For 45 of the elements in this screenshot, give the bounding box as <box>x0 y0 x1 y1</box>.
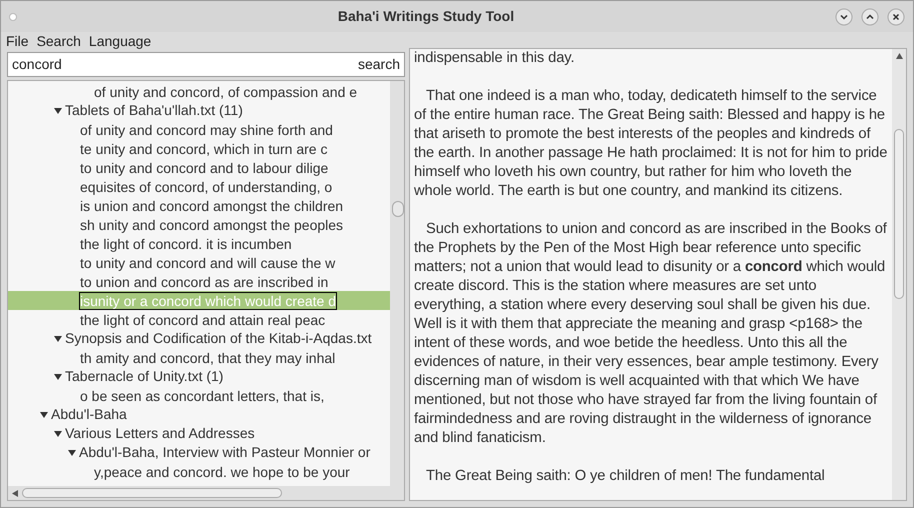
scroll-left-icon[interactable] <box>12 490 18 496</box>
search-result-snippet[interactable]: the light of concord. it is incumben <box>79 234 293 252</box>
document-paragraph: indispensable in this day. <box>414 49 576 68</box>
search-result-snippet[interactable]: equisites of concord, of understanding, o <box>79 178 334 196</box>
close-icon[interactable] <box>887 8 905 26</box>
menu-item[interactable]: File <box>6 30 29 52</box>
tree-node-label[interactable]: Tablets of Baha'u'llah.txt (11) <box>65 100 243 121</box>
vertical-scrollbar[interactable] <box>390 81 404 486</box>
document-paragraph: The Great Being saith: O ye children of men! The fundamental <box>425 467 826 486</box>
search-result-snippet[interactable]: to unity and concord and will cause the w <box>79 254 336 272</box>
expanded-triangle-icon[interactable] <box>54 106 62 114</box>
expanded-triangle-icon[interactable] <box>54 334 62 342</box>
menu-item[interactable]: Language <box>88 30 152 52</box>
search-result-snippet[interactable]: th amity and concord, that they may inhal <box>79 348 336 366</box>
search-result-snippet[interactable]: to unity and concord and to labour dilige <box>79 158 330 176</box>
expanded-triangle-icon[interactable] <box>54 372 62 380</box>
tree-node-label[interactable]: Abdu'l-Baha, Interview with Pasteur Monnier or <box>79 442 370 463</box>
search-result-snippet[interactable]: the light of concord and attain real peac <box>79 310 326 328</box>
window-title: Baha'i Writings Study Tool <box>336 7 516 26</box>
search-result-snippet[interactable]: sh unity and concord amongst the peoples <box>79 216 344 234</box>
maximize-icon[interactable] <box>861 8 879 26</box>
expanded-triangle-icon[interactable] <box>68 448 76 456</box>
search-button[interactable]: search <box>358 54 400 75</box>
document-paragraph: That one indeed is a man who, today, dedicateth himself to the service of the entire human race. The Great Being saith: Blessed and happy is he that ariseth to promote the best interests of the peoples and kindreds of the earth. In another passage He hath proclaimed: It is not for him to pride himself who loveth his own country, but rather for him who loveth the whole world. The earth is but one country, and mankind its citizens. <box>414 87 888 201</box>
vertical-scrollbar[interactable] <box>892 49 906 500</box>
search-input[interactable]: concord <box>12 54 358 75</box>
tree-node-label[interactable]: Various Letters and Addresses <box>65 423 255 444</box>
minimize-icon[interactable] <box>835 8 853 26</box>
document-paragraph: Such exhortations to union and concord as are inscribed in the Books of the Prophets by the Pen of the Most High bear reference unto specific matters; not a union that would lead to disunity or a concord which would create discord. This is the station where measures are set unto everything, a station where every deserving soul shall be given his due. Well is it with them that appreciate the meaning and grasp <p168> the intent of these words, and woe betide the heedless. Unto this all the evidences of nature, in their very essences, bear ample testimony. Every discerning man of wisdom is well acquainted with that which We have mentioned, but not those who have strayed far from the living fountain of fairmindedness and are roving distraught in the wilderness of ignorance and blind fanaticism. <box>414 220 888 448</box>
tree-node-label[interactable]: Abdu'l-Baha <box>51 404 127 425</box>
search-result-snippet[interactable]: to union and concord as are inscribed in <box>79 272 330 290</box>
expanded-triangle-icon[interactable] <box>40 410 48 418</box>
menu-item[interactable]: Search <box>36 30 81 52</box>
search-field[interactable]: concord search <box>7 52 405 77</box>
search-result-snippet[interactable]: of unity and concord may shine forth and <box>79 120 334 138</box>
scroll-up-icon[interactable] <box>896 53 902 59</box>
horizontal-scrollbar[interactable] <box>8 486 404 500</box>
tree-node-label[interactable]: Tabernacle of Unity.txt (1) <box>65 366 224 387</box>
search-result-snippet[interactable]: y,peace and concord. we hope to be your <box>93 462 351 480</box>
expanded-triangle-icon[interactable] <box>54 430 62 438</box>
tree-node-label[interactable]: Synopsis and Codification of the Kitab-i-Aqdas.txt <box>65 328 372 349</box>
search-result-snippet[interactable]: o be seen as concordant letters, that is, <box>79 386 326 404</box>
search-result-snippet[interactable]: te unity and concord, which in turn are c <box>79 140 328 158</box>
search-result-snippet[interactable]: of unity and concord, of compassion and e <box>93 82 358 100</box>
search-result-snippet[interactable]: is union and concord amongst the children <box>79 196 344 214</box>
